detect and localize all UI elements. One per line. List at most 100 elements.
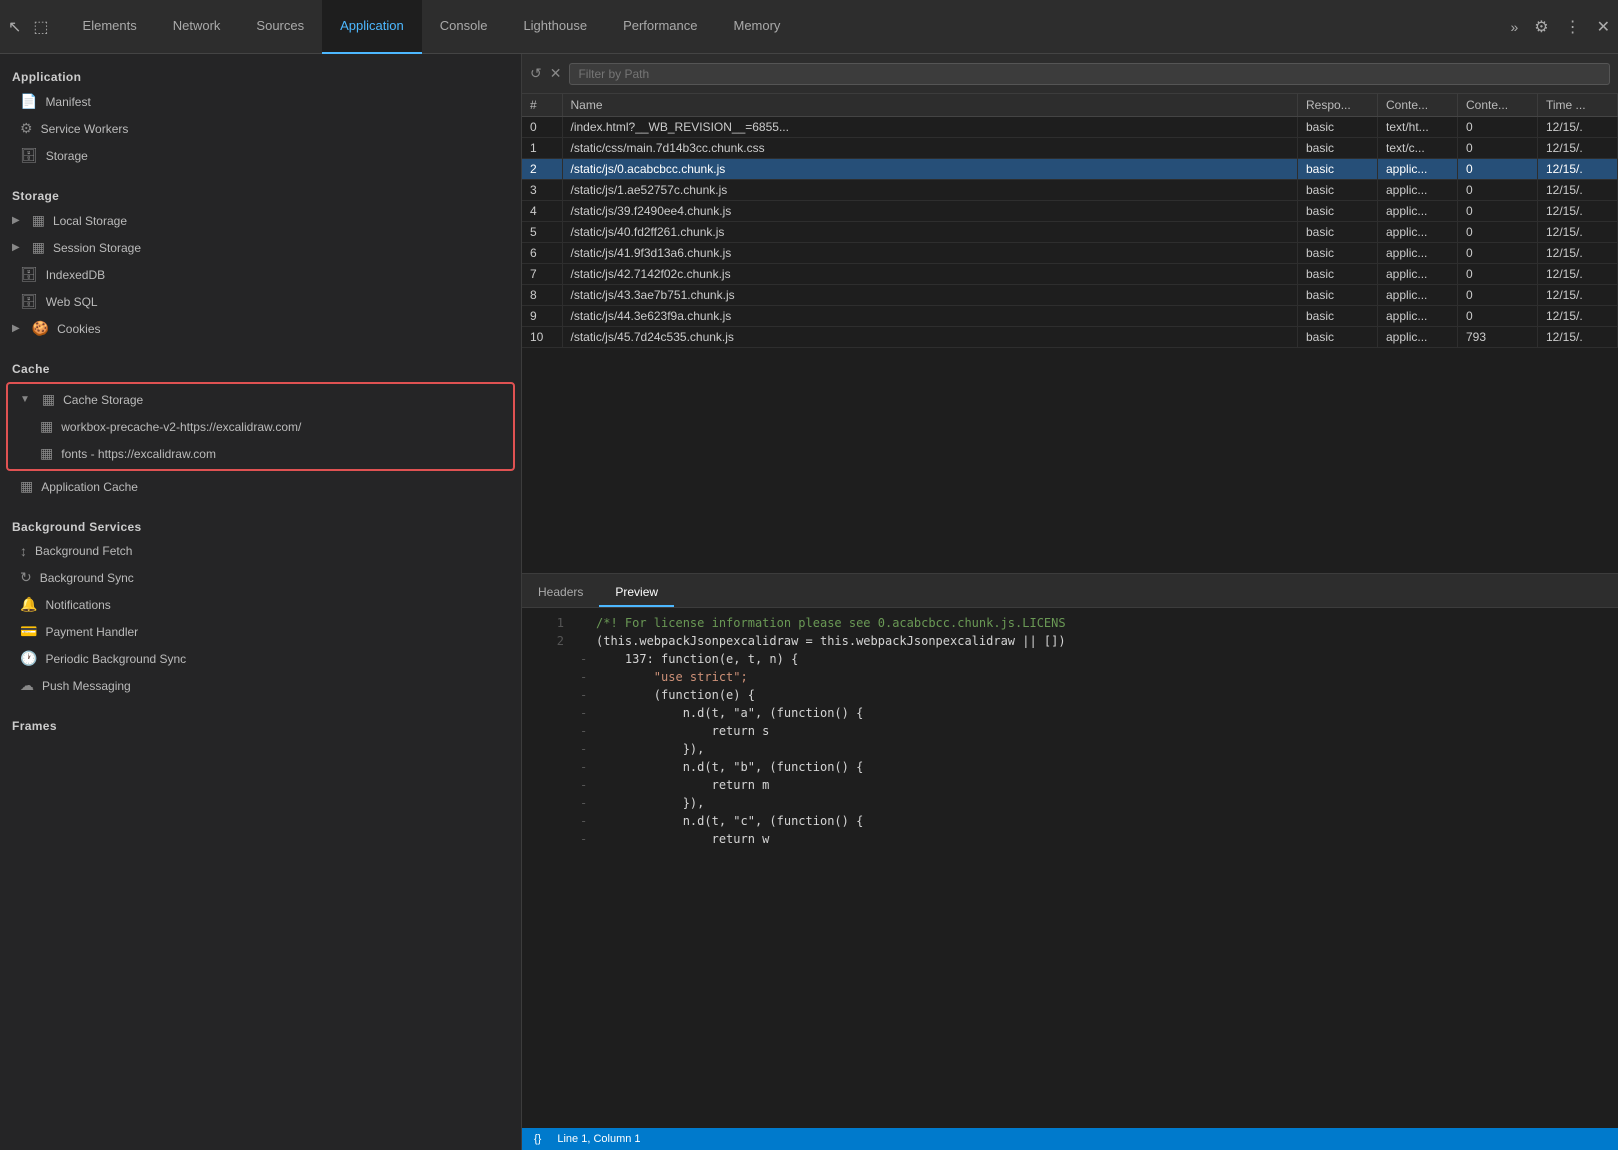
cell-content-type: text/c...: [1378, 138, 1458, 159]
cell-content-type: applic...: [1378, 243, 1458, 264]
nav-web-sql[interactable]: 🗄 Web SQL: [0, 288, 521, 315]
more-options-icon[interactable]: ⋮: [1565, 17, 1581, 37]
nav-cookies[interactable]: ▶ 🍪 Cookies: [0, 315, 521, 342]
nav-payment[interactable]: 💳 Payment Handler: [0, 618, 521, 645]
nav-session-storage[interactable]: ▶ ▦ Session Storage: [0, 234, 521, 261]
cell-num: 2: [522, 159, 562, 180]
tab-elements[interactable]: Elements: [65, 0, 155, 54]
bg-sync-icon: ↻: [20, 569, 32, 586]
inspect-icon[interactable]: ⬚: [33, 17, 48, 37]
tab-memory[interactable]: Memory: [715, 0, 798, 54]
cell-content2: 0: [1458, 117, 1538, 138]
cell-content-type: applic...: [1378, 159, 1458, 180]
table-row[interactable]: 2 /static/js/0.acabcbcc.chunk.js basic a…: [522, 159, 1618, 180]
cell-num: 3: [522, 180, 562, 201]
table-row[interactable]: 9 /static/js/44.3e623f9a.chunk.js basic …: [522, 306, 1618, 327]
cell-num: 4: [522, 201, 562, 222]
cell-content2: 0: [1458, 243, 1538, 264]
refresh-button[interactable]: ↺: [530, 65, 542, 82]
table-row[interactable]: 10 /static/js/45.7d24c535.chunk.js basic…: [522, 327, 1618, 348]
tab-sources[interactable]: Sources: [238, 0, 322, 54]
cell-time: 12/15/.: [1538, 180, 1618, 201]
nav-bg-sync[interactable]: ↻ Background Sync: [0, 564, 521, 591]
nav-bg-fetch[interactable]: ↕ Background Fetch: [0, 538, 521, 564]
tab-bar: ↖ ⬚ Elements Network Sources Application…: [0, 0, 1618, 54]
line-dash: -: [580, 742, 592, 760]
bg-fetch-icon: ↕: [20, 543, 27, 559]
cache-storage-icon: ▦: [42, 391, 55, 408]
col-header-response[interactable]: Respo...: [1298, 94, 1378, 117]
col-header-content-type[interactable]: Conte...: [1378, 94, 1458, 117]
line-content: 137: function(e, t, n) {: [596, 652, 798, 670]
nav-local-storage[interactable]: ▶ ▦ Local Storage: [0, 207, 521, 234]
right-panel: ↺ ✕ # Name Respo... Conte... Conte... Ti…: [522, 54, 1618, 1150]
cell-response: basic: [1298, 327, 1378, 348]
table-row[interactable]: 8 /static/js/43.3ae7b751.chunk.js basic …: [522, 285, 1618, 306]
cell-response: basic: [1298, 264, 1378, 285]
nav-cache-storage[interactable]: ▼ ▦ Cache Storage: [8, 386, 513, 413]
table-row[interactable]: 6 /static/js/41.9f3d13a6.chunk.js basic …: [522, 243, 1618, 264]
table-row[interactable]: 1 /static/css/main.7d14b3cc.chunk.css ba…: [522, 138, 1618, 159]
close-icon[interactable]: ✕: [1597, 17, 1610, 37]
line-dash: -: [580, 688, 592, 706]
table-row[interactable]: 3 /static/js/1.ae52757c.chunk.js basic a…: [522, 180, 1618, 201]
status-bar: {} Line 1, Column 1: [522, 1128, 1618, 1150]
line-number: [534, 688, 564, 706]
col-header-name[interactable]: Name: [562, 94, 1298, 117]
cell-num: 5: [522, 222, 562, 243]
line-content: /*! For license information please see 0…: [596, 616, 1066, 634]
col-header-time[interactable]: Time ...: [1538, 94, 1618, 117]
line-number: [534, 652, 564, 670]
table-row[interactable]: 4 /static/js/39.f2490ee4.chunk.js basic …: [522, 201, 1618, 222]
more-tabs-icon[interactable]: »: [1510, 19, 1518, 35]
filter-input[interactable]: [569, 63, 1610, 85]
cell-content-type: applic...: [1378, 201, 1458, 222]
nav-service-workers[interactable]: ⚙ Service Workers: [0, 115, 521, 142]
tab-performance[interactable]: Performance: [605, 0, 715, 54]
nav-push-messaging[interactable]: ☁ Push Messaging: [0, 672, 521, 699]
service-workers-icon: ⚙: [20, 120, 33, 137]
nav-manifest[interactable]: 📄 Manifest: [0, 88, 521, 115]
cell-content2: 0: [1458, 180, 1538, 201]
cell-time: 12/15/.: [1538, 243, 1618, 264]
arrow-cache-storage: ▼: [20, 394, 30, 405]
line-dash: -: [580, 706, 592, 724]
cell-num: 1: [522, 138, 562, 159]
tab-application[interactable]: Application: [322, 0, 422, 54]
nav-cache-workbox[interactable]: ▦ workbox-precache-v2-https://excalidraw…: [8, 413, 513, 440]
main-body: Application 📄 Manifest ⚙ Service Workers…: [0, 54, 1618, 1150]
line-number: [534, 832, 564, 850]
line-number: [534, 760, 564, 778]
cell-time: 12/15/.: [1538, 285, 1618, 306]
col-header-content2[interactable]: Conte...: [1458, 94, 1538, 117]
tab-headers[interactable]: Headers: [522, 579, 599, 607]
settings-icon[interactable]: ⚙: [1534, 17, 1548, 37]
table-row[interactable]: 0 /index.html?__WB_REVISION__=6855... ba…: [522, 117, 1618, 138]
cell-num: 8: [522, 285, 562, 306]
nav-app-cache[interactable]: ▦ Application Cache: [0, 473, 521, 500]
tab-console[interactable]: Console: [422, 0, 506, 54]
cell-content2: 0: [1458, 285, 1538, 306]
toolbar-icons: ↖ ⬚: [8, 17, 49, 37]
tab-preview[interactable]: Preview: [599, 579, 674, 607]
code-line: - return m: [522, 778, 1618, 796]
line-number: 2: [534, 634, 564, 652]
nav-periodic-sync[interactable]: 🕐 Periodic Background Sync: [0, 645, 521, 672]
code-line: - return s: [522, 724, 1618, 742]
cell-content-type: applic...: [1378, 306, 1458, 327]
nav-indexed-db[interactable]: 🗄 IndexedDB: [0, 261, 521, 288]
tab-network[interactable]: Network: [155, 0, 239, 54]
table-row[interactable]: 7 /static/js/42.7142f02c.chunk.js basic …: [522, 264, 1618, 285]
tab-lighthouse[interactable]: Lighthouse: [505, 0, 605, 54]
nav-notifications[interactable]: 🔔 Notifications: [0, 591, 521, 618]
cell-content2: 0: [1458, 159, 1538, 180]
nav-storage[interactable]: 🗄 Storage: [0, 142, 521, 169]
preview-tabs: Headers Preview: [522, 574, 1618, 608]
section-application: Application: [0, 62, 521, 88]
table-row[interactable]: 5 /static/js/40.fd2ff261.chunk.js basic …: [522, 222, 1618, 243]
nav-cache-fonts[interactable]: ▦ fonts - https://excalidraw.com: [8, 440, 513, 467]
app-cache-icon: ▦: [20, 478, 33, 495]
cursor-icon[interactable]: ↖: [8, 17, 21, 37]
clear-button[interactable]: ✕: [550, 65, 562, 82]
cell-num: 9: [522, 306, 562, 327]
